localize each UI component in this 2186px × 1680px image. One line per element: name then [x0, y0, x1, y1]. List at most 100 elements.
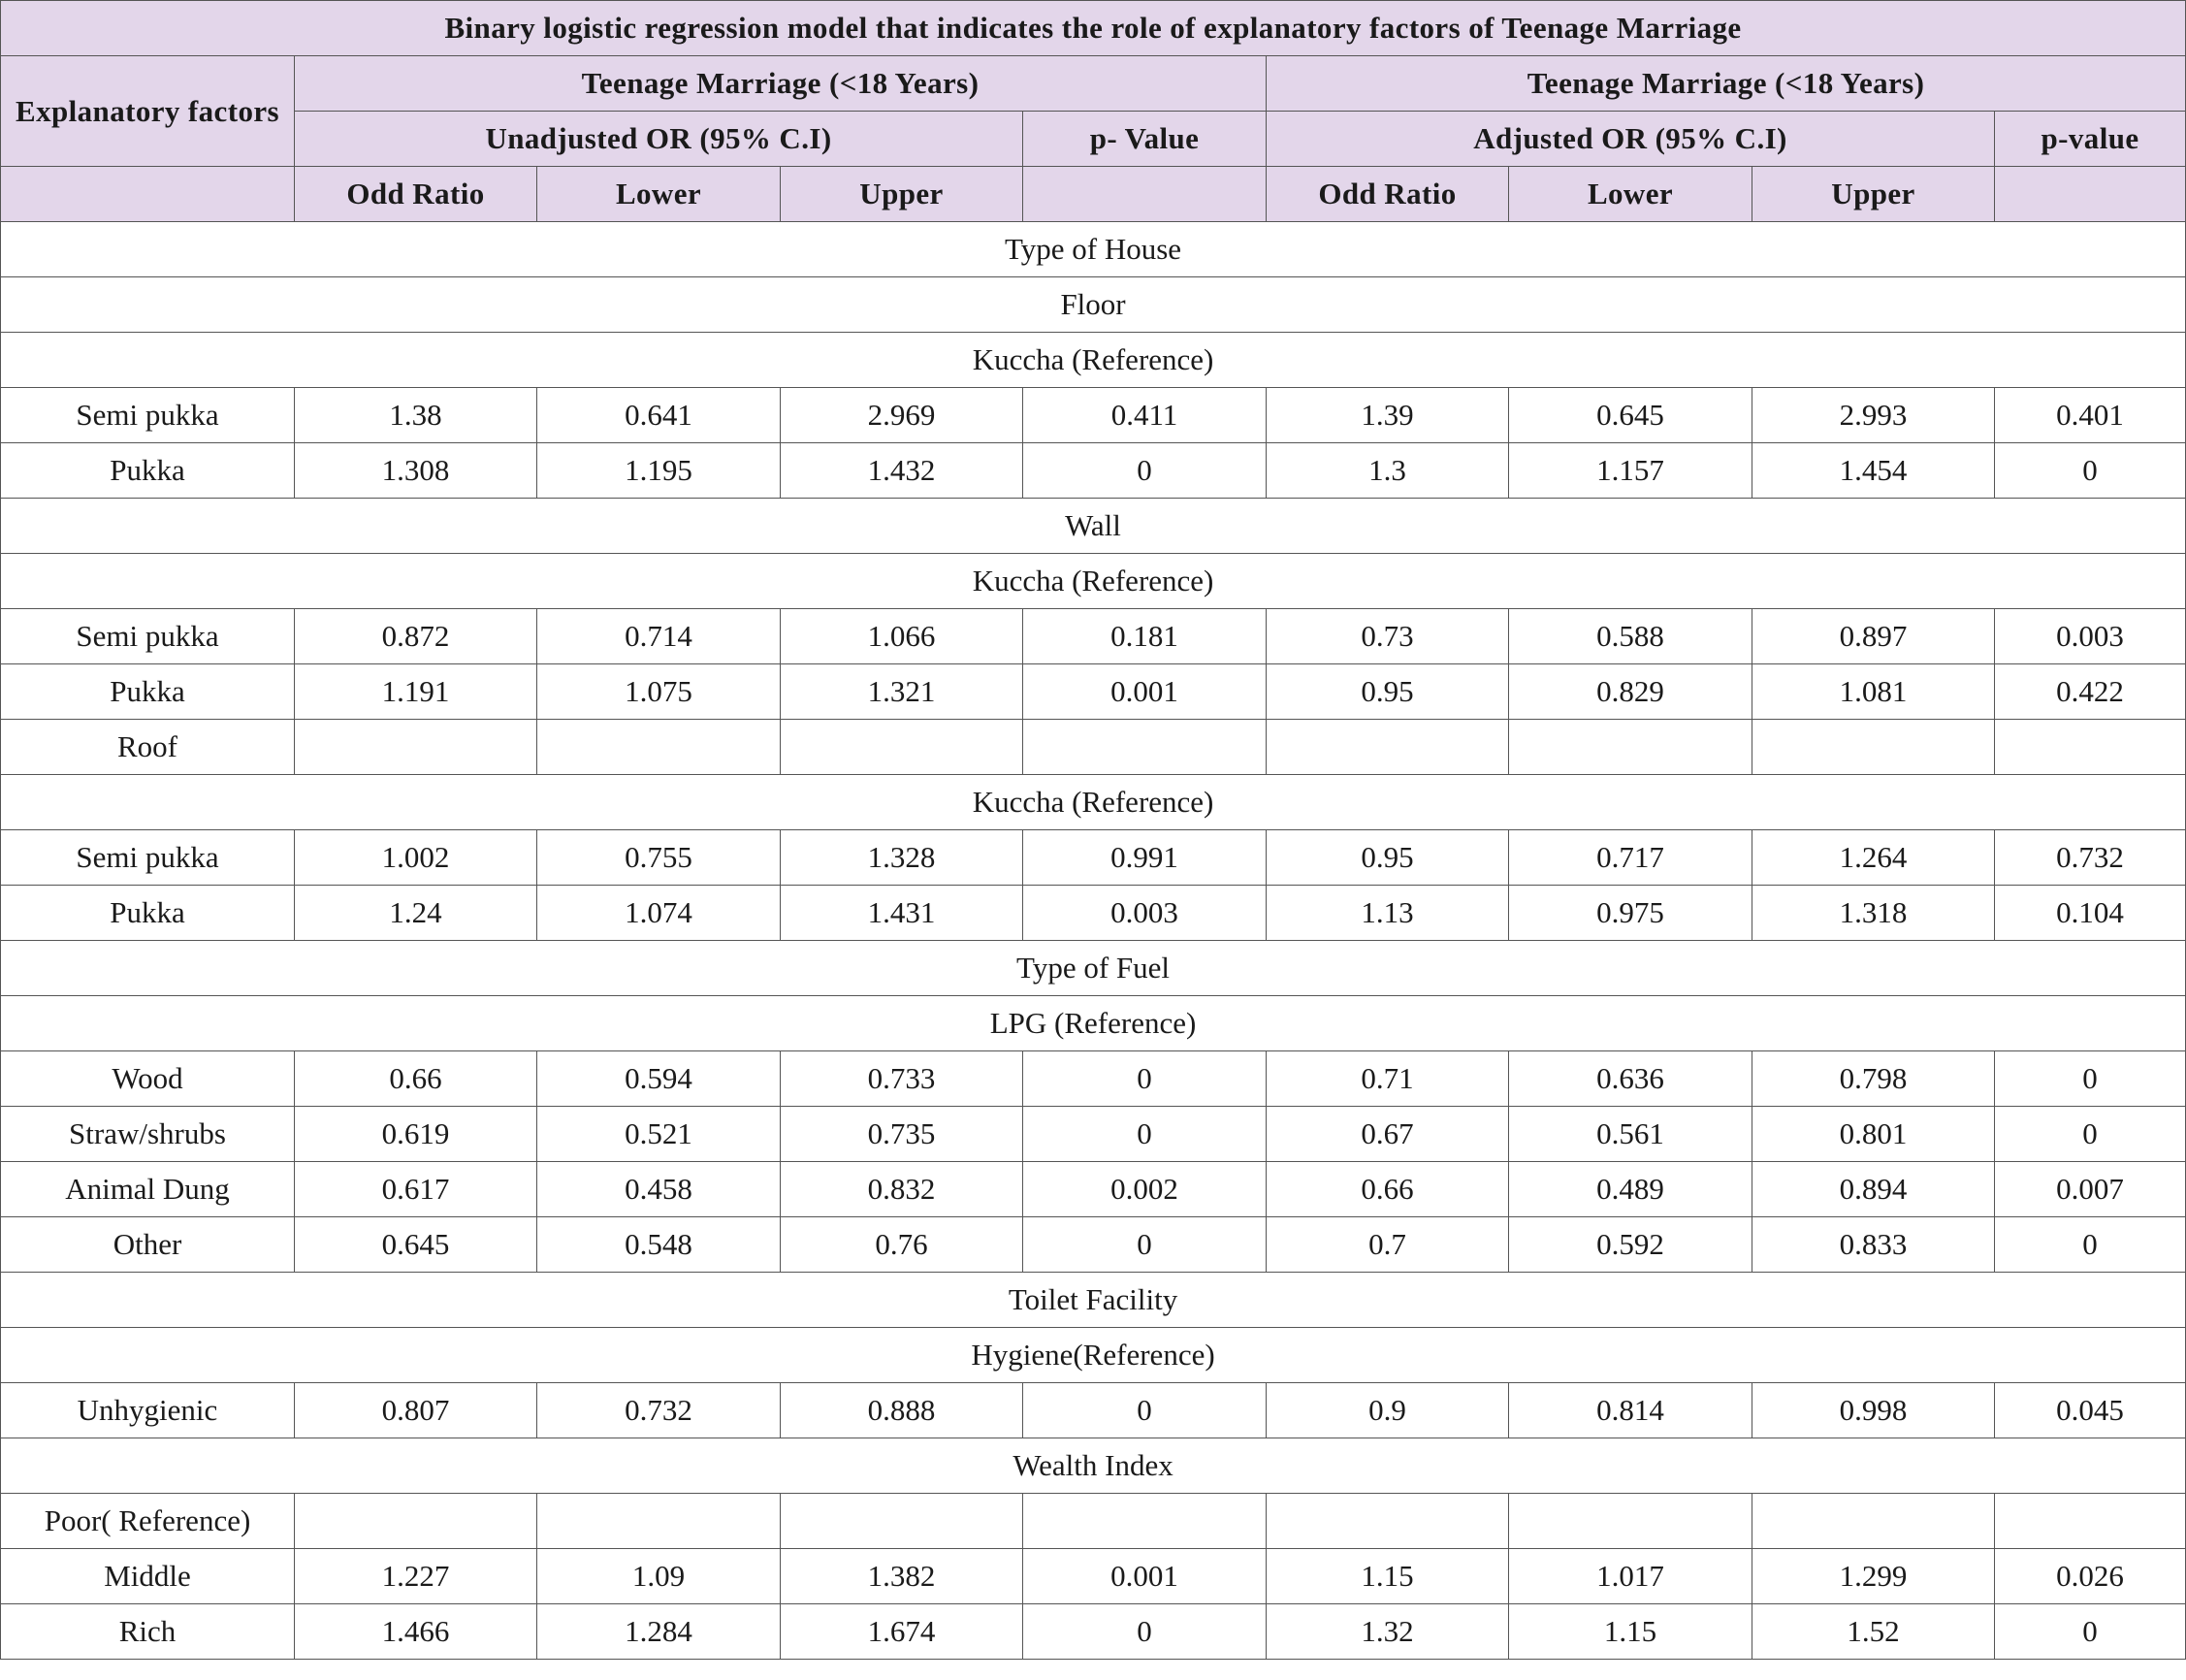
- cell-p-value-unadjusted: 0.181: [1022, 608, 1267, 664]
- cell-p-value-unadjusted: 0: [1022, 1603, 1267, 1660]
- table-row: Straw/shrubs 0.619 0.521 0.735 0 0.67 0.561 0.8…: [0, 1106, 2186, 1162]
- section-label: Kuccha (Reference): [0, 553, 2186, 609]
- section-row: Kuccha (Reference): [0, 553, 2186, 609]
- cell-lower-unadjusted: [536, 1493, 781, 1549]
- header-lower-adjusted: Lower: [1508, 166, 1752, 222]
- cell-lower-adjusted: 0.829: [1508, 663, 1752, 720]
- section-row: Toilet Facility: [0, 1272, 2186, 1328]
- cell-lower-unadjusted: 0.714: [536, 608, 781, 664]
- table-row: Semi pukka 0.872 0.714 1.066 0.181 0.73 0.588 0…: [0, 608, 2186, 664]
- cell-lower-adjusted: 0.645: [1508, 387, 1752, 443]
- cell-odd-ratio-adjusted: 0.71: [1266, 1050, 1509, 1107]
- table-row: Pukka 1.308 1.195 1.432 0 1.3 1.157 1.454 0: [0, 442, 2186, 499]
- section-label: Wall: [0, 498, 2186, 554]
- table-row: Wood 0.66 0.594 0.733 0 0.71 0.636 0.798 0: [0, 1050, 2186, 1107]
- cell-p-value-adjusted: [1993, 1493, 2186, 1549]
- row-label: Middle: [0, 1548, 295, 1604]
- header-p-value-adjusted: p-value: [1993, 111, 2186, 167]
- section-row: LPG (Reference): [0, 995, 2186, 1051]
- header-odd-ratio-adjusted: Odd Ratio: [1266, 166, 1509, 222]
- cell-odd-ratio-unadjusted: 1.227: [294, 1548, 537, 1604]
- cell-p-value-unadjusted: 0.001: [1022, 663, 1267, 720]
- row-label: Semi pukka: [0, 608, 295, 664]
- cell-odd-ratio-unadjusted: 1.24: [294, 885, 537, 941]
- table-row: Semi pukka 1.002 0.755 1.328 0.991 0.95 0.717 1…: [0, 829, 2186, 886]
- cell-odd-ratio-unadjusted: [294, 719, 537, 775]
- row-label: Pukka: [0, 885, 295, 941]
- section-row: Hygiene(Reference): [0, 1327, 2186, 1383]
- header-lower-unadjusted: Lower: [536, 166, 781, 222]
- section-row: Type of Fuel: [0, 940, 2186, 996]
- cell-odd-ratio-unadjusted: 1.191: [294, 663, 537, 720]
- cell-p-value-adjusted: 0.045: [1993, 1382, 2186, 1438]
- table-row: Pukka 1.191 1.075 1.321 0.001 0.95 0.829 1.081 0…: [0, 663, 2186, 720]
- table-row: Pukka 1.24 1.074 1.431 0.003 1.13 0.975 1.318 0.…: [0, 885, 2186, 941]
- section-label: Kuccha (Reference): [0, 774, 2186, 830]
- table-body: Type of House Floor Kuccha (Reference) Semi…: [0, 221, 2186, 1660]
- header-p-value-unadjusted: p- Value: [1022, 111, 1267, 167]
- cell-upper-adjusted: [1752, 1493, 1995, 1549]
- section-label: Type of House: [0, 221, 2186, 277]
- cell-p-value-unadjusted: [1022, 719, 1267, 775]
- cell-upper-adjusted: 1.454: [1752, 442, 1995, 499]
- cell-lower-unadjusted: 1.09: [536, 1548, 781, 1604]
- table-row: Other 0.645 0.548 0.76 0 0.7 0.592 0.833 0: [0, 1216, 2186, 1273]
- cell-upper-adjusted: 0.998: [1752, 1382, 1995, 1438]
- table-title: Binary logistic regression model that in…: [0, 0, 2186, 56]
- cell-upper-adjusted: 0.897: [1752, 608, 1995, 664]
- table-row: Rich 1.466 1.284 1.674 0 1.32 1.15 1.52 0: [0, 1603, 2186, 1660]
- cell-odd-ratio-unadjusted: 1.38: [294, 387, 537, 443]
- cell-lower-unadjusted: 0.548: [536, 1216, 781, 1273]
- header-explanatory-factors: Explanatory factors: [0, 55, 295, 167]
- cell-odd-ratio-unadjusted: 1.002: [294, 829, 537, 886]
- section-label: Floor: [0, 276, 2186, 333]
- cell-upper-adjusted: [1752, 719, 1995, 775]
- cell-lower-adjusted: 1.017: [1508, 1548, 1752, 1604]
- cell-p-value-adjusted: 0: [1993, 1106, 2186, 1162]
- row-label: Other: [0, 1216, 295, 1273]
- row-label: Poor( Reference): [0, 1493, 295, 1549]
- cell-p-value-adjusted: 0.007: [1993, 1161, 2186, 1217]
- section-row: Kuccha (Reference): [0, 332, 2186, 388]
- section-label: LPG (Reference): [0, 995, 2186, 1051]
- cell-upper-unadjusted: 0.832: [780, 1161, 1023, 1217]
- section-label: Wealth Index: [0, 1438, 2186, 1494]
- cell-lower-unadjusted: 0.458: [536, 1161, 781, 1217]
- cell-upper-adjusted: 0.833: [1752, 1216, 1995, 1273]
- cell-upper-unadjusted: 1.432: [780, 442, 1023, 499]
- cell-p-value-adjusted: 0.732: [1993, 829, 2186, 886]
- cell-lower-adjusted: [1508, 1493, 1752, 1549]
- cell-odd-ratio-adjusted: 1.32: [1266, 1603, 1509, 1660]
- regression-table: Binary logistic regression model that in…: [0, 0, 2186, 1660]
- cell-p-value-adjusted: 0.401: [1993, 387, 2186, 443]
- cell-lower-adjusted: 1.157: [1508, 442, 1752, 499]
- section-row: Wealth Index: [0, 1438, 2186, 1494]
- header-group-adjusted: Teenage Marriage (<18 Years): [1265, 55, 2186, 112]
- section-row: Wall: [0, 498, 2186, 554]
- cell-upper-adjusted: 1.318: [1752, 885, 1995, 941]
- cell-odd-ratio-adjusted: 0.7: [1266, 1216, 1509, 1273]
- header-blank-p-unadjusted: [1022, 166, 1267, 222]
- section-label: Hygiene(Reference): [0, 1327, 2186, 1383]
- cell-upper-unadjusted: 1.382: [780, 1548, 1023, 1604]
- cell-odd-ratio-adjusted: [1266, 719, 1509, 775]
- cell-p-value-adjusted: 0: [1993, 1603, 2186, 1660]
- cell-lower-unadjusted: 1.074: [536, 885, 781, 941]
- cell-lower-unadjusted: 0.521: [536, 1106, 781, 1162]
- table-row: Middle 1.227 1.09 1.382 0.001 1.15 1.017 1.299 0…: [0, 1548, 2186, 1604]
- cell-odd-ratio-unadjusted: 0.619: [294, 1106, 537, 1162]
- cell-p-value-unadjusted: 0: [1022, 1106, 1267, 1162]
- cell-odd-ratio-unadjusted: 0.617: [294, 1161, 537, 1217]
- cell-odd-ratio-adjusted: 1.15: [1266, 1548, 1509, 1604]
- cell-upper-unadjusted: 0.76: [780, 1216, 1023, 1273]
- cell-p-value-unadjusted: 0: [1022, 1050, 1267, 1107]
- cell-upper-adjusted: 1.081: [1752, 663, 1995, 720]
- cell-lower-adjusted: 0.975: [1508, 885, 1752, 941]
- cell-odd-ratio-adjusted: 0.95: [1266, 663, 1509, 720]
- cell-p-value-adjusted: 0.026: [1993, 1548, 2186, 1604]
- table-row: Semi pukka 1.38 0.641 2.969 0.411 1.39 0.645 2.…: [0, 387, 2186, 443]
- cell-odd-ratio-unadjusted: 0.807: [294, 1382, 537, 1438]
- cell-p-value-adjusted: [1993, 719, 2186, 775]
- cell-lower-unadjusted: 0.732: [536, 1382, 781, 1438]
- header-odd-ratio-unadjusted: Odd Ratio: [294, 166, 537, 222]
